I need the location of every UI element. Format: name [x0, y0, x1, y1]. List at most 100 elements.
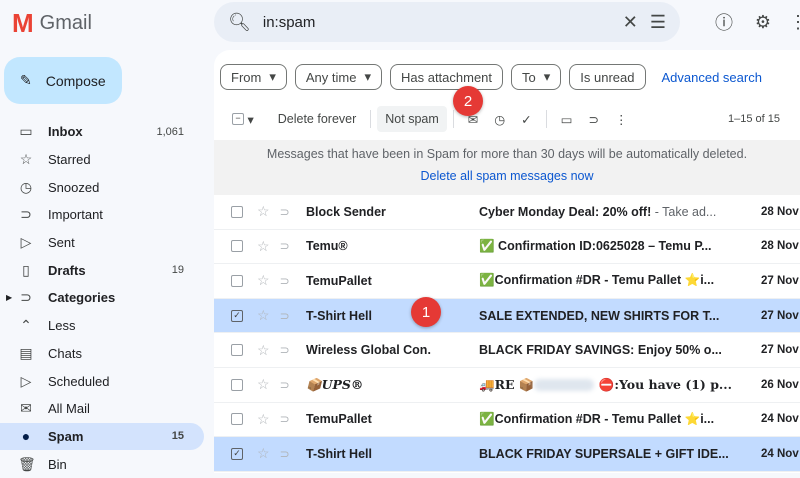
- filter-from[interactable]: From ▾: [220, 64, 287, 90]
- select-all-checkbox[interactable]: − ▾: [224, 106, 262, 132]
- sidebar-item-categories[interactable]: ▶ ⊃ Categories: [0, 284, 204, 312]
- filter-any-time[interactable]: Any time ▾: [294, 64, 382, 90]
- email-list: ☆ ⊃ Block Sender Cyber Monday Deal: 20% …: [214, 195, 800, 472]
- sidebar-item-important[interactable]: ⊃ Important: [0, 201, 204, 229]
- star-icon[interactable]: ☆: [257, 307, 270, 324]
- email-row[interactable]: ☆ ⊃ 📦UPS® 🚚RE 📦 ⛔:You have (1) p... 26 N…: [214, 368, 800, 403]
- gmail-logo[interactable]: M Gmail: [12, 8, 92, 39]
- email-row[interactable]: ☆ ⊃ Temu® ✅ Confirmation ID:0625028 – Te…: [214, 230, 800, 265]
- sidebar-item-count: 19: [171, 264, 184, 277]
- email-row[interactable]: ☆ ⊃ Wireless Global Con. BLACK FRIDAY SA…: [214, 333, 800, 368]
- filter-to[interactable]: To ▾: [511, 64, 562, 90]
- clear-search-icon[interactable]: ✕: [623, 12, 638, 33]
- draft-icon: ▯: [22, 261, 30, 278]
- email-row[interactable]: ☆ ⊃ TemuPallet ✅Confirmation #DR - Temu …: [214, 403, 800, 438]
- sidebar-item-snoozed[interactable]: ◷ Snoozed: [0, 173, 204, 201]
- search-input[interactable]: [262, 13, 611, 31]
- row-checkbox[interactable]: [231, 378, 243, 391]
- row-checkbox[interactable]: ✓: [231, 309, 243, 322]
- important-marker-icon[interactable]: ⊃: [280, 447, 290, 461]
- help-icon[interactable]: ⓘ: [710, 8, 738, 36]
- email-sender: TemuPallet: [306, 273, 372, 288]
- sidebar-item-label: Chats: [48, 345, 82, 361]
- star-icon[interactable]: ☆: [257, 445, 270, 462]
- compose-button[interactable]: ✎ Compose: [4, 57, 122, 104]
- filter-any-time-label: Any time: [305, 69, 357, 85]
- all-mail-icon: ✉: [20, 400, 32, 417]
- row-checkbox[interactable]: [231, 274, 243, 287]
- app-name: Gmail: [39, 12, 92, 34]
- email-subject: ✅Confirmation #DR - Temu Pallet ⭐i...: [479, 273, 714, 288]
- email-date: 26 Nov: [761, 378, 799, 391]
- pencil-icon: ✎: [20, 72, 32, 88]
- email-subject: BLACK FRIDAY SUPERSALE + GIFT IDE...: [479, 447, 729, 461]
- email-subject: ✅ Confirmation ID:0625028 – Temu P...: [479, 239, 712, 254]
- important-marker-icon[interactable]: ⊃: [280, 343, 290, 357]
- sidebar-item-spam[interactable]: ● Spam 15: [0, 422, 204, 451]
- delete-all-spam-link[interactable]: Delete all spam messages now: [214, 169, 800, 183]
- search-icon[interactable]: 🔍︎: [228, 12, 251, 33]
- divider: [545, 110, 547, 128]
- star-icon[interactable]: ☆: [257, 411, 270, 428]
- not-spam-button[interactable]: Not spam: [377, 106, 447, 132]
- label-icon[interactable]: ⊃: [580, 106, 606, 132]
- email-row[interactable]: ☆ ⊃ Block Sender Cyber Monday Deal: 20% …: [214, 195, 800, 230]
- filter-has-attachment[interactable]: Has attachment: [389, 64, 504, 90]
- sidebar-item-label: All Mail: [48, 401, 90, 417]
- star-icon[interactable]: ☆: [257, 203, 270, 220]
- email-row[interactable]: ☆ ⊃ TemuPallet ✅Confirmation #DR - Temu …: [214, 264, 800, 299]
- row-checkbox[interactable]: [231, 413, 243, 426]
- important-marker-icon[interactable]: ⊃: [280, 205, 290, 219]
- sidebar-item-bin[interactable]: 🗑 Bin: [0, 450, 204, 478]
- sidebar-item-all-mail[interactable]: ✉ All Mail: [0, 395, 204, 423]
- delete-forever-button[interactable]: Delete forever: [270, 106, 365, 132]
- annotation-badge-1: 1: [411, 297, 441, 327]
- email-sender: Block Sender: [306, 204, 386, 219]
- row-checkbox[interactable]: ✓: [231, 447, 243, 460]
- expand-arrow-icon[interactable]: ▶: [6, 293, 12, 302]
- filter-is-unread[interactable]: Is unread: [569, 64, 646, 90]
- email-sender: TemuPallet: [306, 412, 372, 427]
- search-options-icon[interactable]: ☰: [650, 12, 666, 33]
- star-icon[interactable]: ☆: [257, 272, 270, 289]
- important-marker-icon[interactable]: ⊃: [280, 412, 290, 426]
- important-marker-icon[interactable]: ⊃: [280, 239, 290, 253]
- star-icon[interactable]: ☆: [257, 342, 270, 359]
- email-row[interactable]: ✓ ☆ ⊃ T-Shirt Hell BLACK FRIDAY SUPERSAL…: [214, 437, 800, 472]
- sidebar-item-chats[interactable]: ▤ Chats: [0, 340, 204, 368]
- email-subject-text: ✅Confirmation #DR - Temu Pallet ⭐i...: [479, 411, 715, 426]
- move-to-folder-icon[interactable]: ▭: [553, 106, 581, 132]
- important-marker-icon[interactable]: ⊃: [280, 378, 290, 392]
- email-date: 27 Nov: [761, 344, 799, 357]
- more-options-icon[interactable]: ⋮: [607, 106, 636, 132]
- email-date: 28 Nov: [761, 205, 799, 218]
- sidebar-item-less[interactable]: ⌃ Less: [0, 312, 204, 340]
- caret-down-icon: ▾: [269, 69, 276, 84]
- add-to-tasks-icon[interactable]: ✓: [513, 106, 539, 132]
- caret-down-icon: ▾: [543, 69, 551, 84]
- send-icon: ▷: [20, 234, 32, 251]
- row-checkbox[interactable]: [231, 240, 243, 253]
- email-subject-text: ✅ Confirmation ID:0625028 – Temu P...: [479, 238, 712, 253]
- star-icon[interactable]: ☆: [257, 376, 270, 393]
- sidebar-item-drafts[interactable]: ▯ Drafts 19: [0, 256, 204, 284]
- toolbar: − ▾ Delete forever Not spam ✉ ◷ ✓ ▭ ⊃ ⋮ …: [214, 106, 800, 132]
- sidebar-item-inbox[interactable]: ▭ Inbox 1,061: [0, 118, 204, 146]
- star-icon[interactable]: ☆: [257, 238, 270, 255]
- sidebar-item-starred[interactable]: ☆ Starred: [0, 146, 204, 174]
- settings-gear-icon[interactable]: ⚙: [749, 8, 777, 36]
- sidebar-item-sent[interactable]: ▷ Sent: [0, 229, 204, 257]
- apps-grid-icon[interactable]: ⋮: [784, 8, 800, 36]
- email-subject: Cyber Monday Deal: 20% off! - Take ad...: [479, 205, 716, 219]
- snooze-clock-icon[interactable]: ◷: [486, 106, 513, 132]
- email-row[interactable]: ✓ ☆ ⊃ T-Shirt Hell SALE EXTENDED, NEW SH…: [214, 298, 800, 334]
- row-checkbox[interactable]: [231, 344, 243, 357]
- email-sender: T-Shirt Hell: [306, 308, 372, 323]
- star-icon: ☆: [19, 151, 33, 168]
- sidebar-item-scheduled[interactable]: ▷ Scheduled: [0, 367, 204, 395]
- important-marker-icon[interactable]: ⊃: [280, 309, 290, 323]
- row-checkbox[interactable]: [231, 205, 243, 218]
- sidebar-item-label: Important: [48, 207, 103, 223]
- important-marker-icon[interactable]: ⊃: [280, 274, 290, 288]
- advanced-search-link[interactable]: Advanced search: [662, 70, 762, 85]
